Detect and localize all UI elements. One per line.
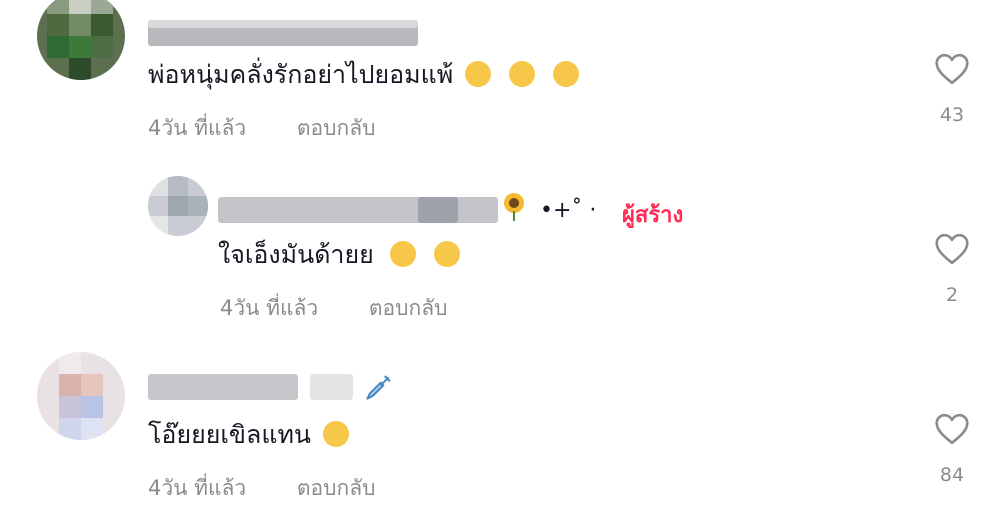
like-count: 43 [939,104,965,126]
sweat-smile-icon [433,241,460,267]
comment-meta: 4วัน ที่แล้ว ตอบกลับ [148,474,375,502]
like-heart-icon[interactable] [934,233,970,265]
avatar[interactable] [148,176,208,236]
smiling-hearts-icon [322,421,349,447]
avatar[interactable] [37,352,125,440]
comment-meta: 4วัน ที่แล้ว ตอบกลับ [220,294,447,322]
username-blurred[interactable] [218,197,498,223]
comment-time: 4วัน ที่แล้ว [220,296,319,320]
like-count: 84 [939,464,965,486]
flushed-face-icon [465,61,492,87]
laughing-tears-icon [389,241,416,267]
like-count: 2 [945,284,959,306]
comment-time: 4วัน ที่แล้ว [148,476,247,500]
comment-meta: 4วัน ที่แล้ว ตอบกลับ [148,114,375,142]
comment-text: โอ๊ยยยเขิลแทน [148,418,359,452]
comment-text: พ่อหนุ่มคลั่งรักอย่าไปยอมแพ้ [148,58,589,92]
reply-button[interactable]: ตอบกลับ [369,294,448,322]
flushed-face-icon [509,61,536,87]
reply-button[interactable]: ตอบกลับ [297,114,376,142]
avatar[interactable] [37,0,125,80]
username-decoration: •+˚ · [540,198,597,223]
like-heart-icon[interactable] [934,413,970,445]
syringe-icon [366,375,391,400]
reply-button[interactable]: ตอบกลับ [297,474,376,502]
like-heart-icon[interactable] [934,53,970,85]
comment-text: ใจเอ็งมันด้ายย [218,238,470,272]
username-blurred[interactable] [148,374,353,400]
creator-badge: ผู้สร้าง [622,203,684,228]
username-blurred[interactable] [148,20,418,46]
sunflower-icon [502,193,526,221]
comment-time: 4วัน ที่แล้ว [148,116,247,140]
flushed-face-icon [553,61,580,87]
